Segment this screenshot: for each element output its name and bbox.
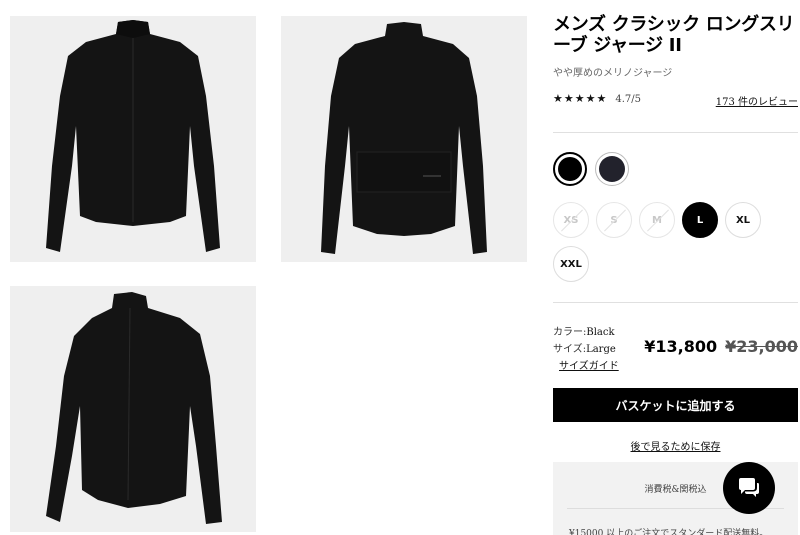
star-icon: ★ <box>585 92 596 105</box>
jersey-front-photo <box>46 20 220 252</box>
selected-color: カラー:Black <box>553 327 615 338</box>
product-image-front[interactable] <box>10 16 256 262</box>
half-star-icon: ★ <box>596 92 607 105</box>
size-option-xl[interactable]: XL <box>725 202 761 238</box>
chat-button[interactable] <box>723 462 775 514</box>
color-swatch-navy[interactable] <box>595 152 629 186</box>
rating-stars: ★ ★ ★ ★ ★ <box>553 93 607 105</box>
color-swatch-black[interactable] <box>553 152 587 186</box>
save-for-later-link[interactable]: 後で見るために保存 <box>631 442 721 453</box>
price: ¥13,800 ¥23,000 <box>644 337 798 356</box>
shipping-notice: ¥15000 以上のご注文でスタンダード配送無料。 <box>569 529 769 535</box>
size-option-l[interactable]: L <box>682 202 718 238</box>
original-price: ¥23,000 <box>725 337 798 356</box>
reviews-link[interactable]: 173 件のレビュー <box>716 93 798 108</box>
jersey-angle-photo <box>46 292 222 524</box>
star-icon: ★ <box>574 92 585 105</box>
size-option-s[interactable]: S <box>596 202 632 238</box>
current-price: ¥13,800 <box>644 337 718 356</box>
divider <box>553 132 798 133</box>
product-subtitle: やや厚めのメリノジャージ <box>553 68 673 79</box>
size-option-xxl[interactable]: XXL <box>553 246 589 282</box>
chat-bubble-icon <box>739 478 759 497</box>
divider <box>553 302 798 303</box>
star-icon: ★ <box>563 92 574 105</box>
size-guide-link[interactable]: サイズガイド <box>559 357 619 372</box>
selected-size: サイズ:Large <box>553 344 616 355</box>
product-image-angle[interactable] <box>10 286 256 532</box>
product-image-back[interactable] <box>281 16 527 262</box>
size-option-xs[interactable]: XS <box>553 202 589 238</box>
rating-value: 4.7/5 <box>615 93 642 105</box>
product-title: メンズ クラシック ロングスリーブ ジャージ II <box>553 14 795 56</box>
add-to-basket-button[interactable]: バスケットに追加する <box>553 388 798 422</box>
star-icon: ★ <box>553 92 563 105</box>
product-info-panel: メンズ クラシック ロングスリーブ ジャージ II やや厚めのメリノジャージ ★… <box>553 0 798 535</box>
rating: ★ ★ ★ ★ ★ 4.7/5 <box>553 93 641 105</box>
size-option-m[interactable]: M <box>639 202 675 238</box>
jersey-back-photo <box>321 22 487 254</box>
